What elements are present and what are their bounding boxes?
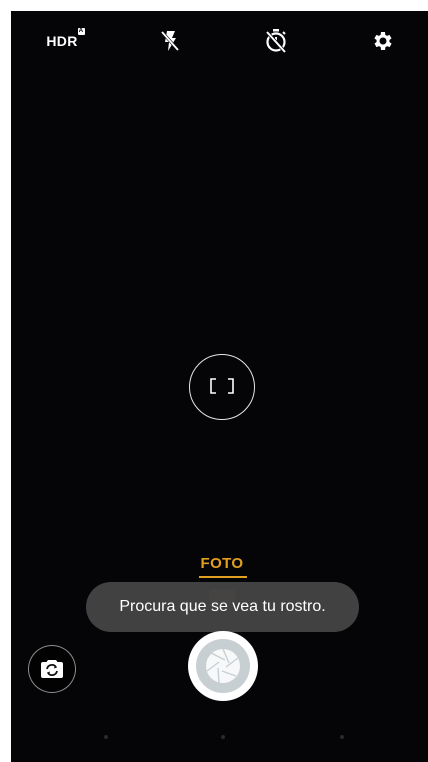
flash-button[interactable] [148, 21, 192, 61]
settings-button[interactable] [361, 21, 405, 61]
timer-button[interactable] [254, 21, 298, 61]
shutter-inner [196, 639, 250, 693]
nav-dot [340, 735, 344, 739]
mode-tab-foto[interactable]: FOTO [11, 555, 428, 572]
nav-dot [221, 735, 225, 739]
hdr-auto-icon: HDR A [46, 28, 85, 49]
settings-gear-icon [374, 32, 392, 50]
camera-viewfinder[interactable]: HDR A FOTO Procura que se vea tu rostro. [11, 11, 428, 762]
nav-dot [104, 735, 108, 739]
toast-text: Procura que se vea tu rostro. [119, 598, 326, 615]
flash-off-icon [160, 31, 180, 51]
hdr-auto-badge: A [77, 28, 85, 35]
hdr-label: HDR [46, 33, 78, 49]
timer-off-icon [265, 29, 287, 54]
shutter-icon [206, 648, 240, 684]
switch-camera-icon [41, 660, 63, 678]
switch-camera-button[interactable] [28, 645, 76, 693]
focus-bracket-icon [210, 378, 234, 394]
toast-message: Procura que se vea tu rostro. [86, 582, 359, 632]
hdr-button[interactable]: HDR A [40, 21, 85, 61]
shutter-button[interactable] [188, 631, 258, 701]
mode-underline [199, 576, 247, 578]
camera-top-bar: HDR A [11, 21, 428, 61]
